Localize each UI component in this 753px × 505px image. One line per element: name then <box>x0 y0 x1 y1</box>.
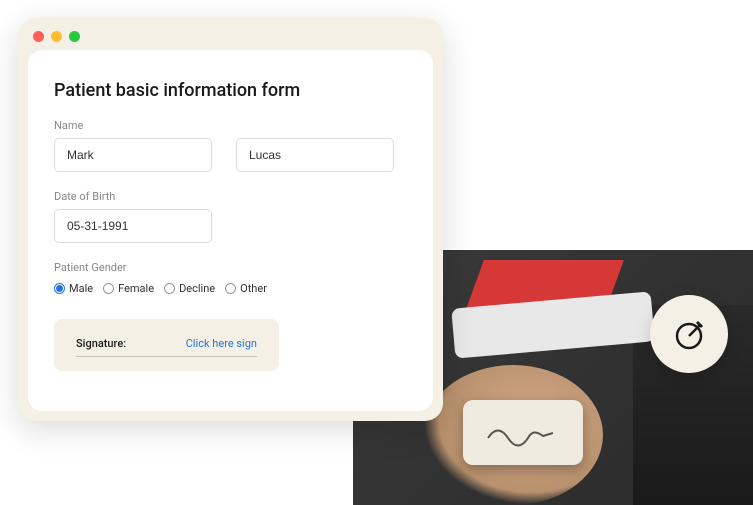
last-name-input[interactable] <box>236 138 394 172</box>
radio-icon <box>164 283 175 294</box>
signature-box: Signature: Click here sign <box>54 319 279 371</box>
phone-signature-icon <box>483 418 563 448</box>
maximize-icon[interactable] <box>69 31 80 42</box>
window-titlebar <box>18 18 443 50</box>
name-row <box>54 138 407 172</box>
photo-phone <box>463 400 583 465</box>
signature-label: Signature: <box>76 337 126 350</box>
gender-option-male[interactable]: Male <box>54 282 93 295</box>
pen-circle-icon <box>671 316 707 352</box>
radio-icon <box>54 283 65 294</box>
radio-icon <box>225 283 236 294</box>
form-title: Patient basic information form <box>54 80 407 101</box>
form-window: Patient basic information form Name Date… <box>18 18 443 421</box>
gender-radio-group: Male Female Decline Other <box>54 282 407 295</box>
gender-option-female[interactable]: Female <box>103 282 154 295</box>
close-icon[interactable] <box>33 31 44 42</box>
minimize-icon[interactable] <box>51 31 62 42</box>
form-card: Patient basic information form Name Date… <box>28 50 433 411</box>
dob-label: Date of Birth <box>54 190 407 203</box>
first-name-input[interactable] <box>54 138 212 172</box>
name-label: Name <box>54 119 407 132</box>
dob-input[interactable] <box>54 209 212 243</box>
signature-badge <box>650 295 728 373</box>
signature-link[interactable]: Click here sign <box>186 337 257 350</box>
radio-label: Male <box>69 282 93 295</box>
radio-label: Female <box>118 282 154 295</box>
gender-option-other[interactable]: Other <box>225 282 267 295</box>
radio-label: Decline <box>179 282 215 295</box>
radio-icon <box>103 283 114 294</box>
signature-row: Signature: Click here sign <box>76 337 257 357</box>
gender-option-decline[interactable]: Decline <box>164 282 215 295</box>
radio-label: Other <box>240 282 267 295</box>
gender-label: Patient Gender <box>54 261 407 274</box>
dob-row <box>54 209 407 243</box>
